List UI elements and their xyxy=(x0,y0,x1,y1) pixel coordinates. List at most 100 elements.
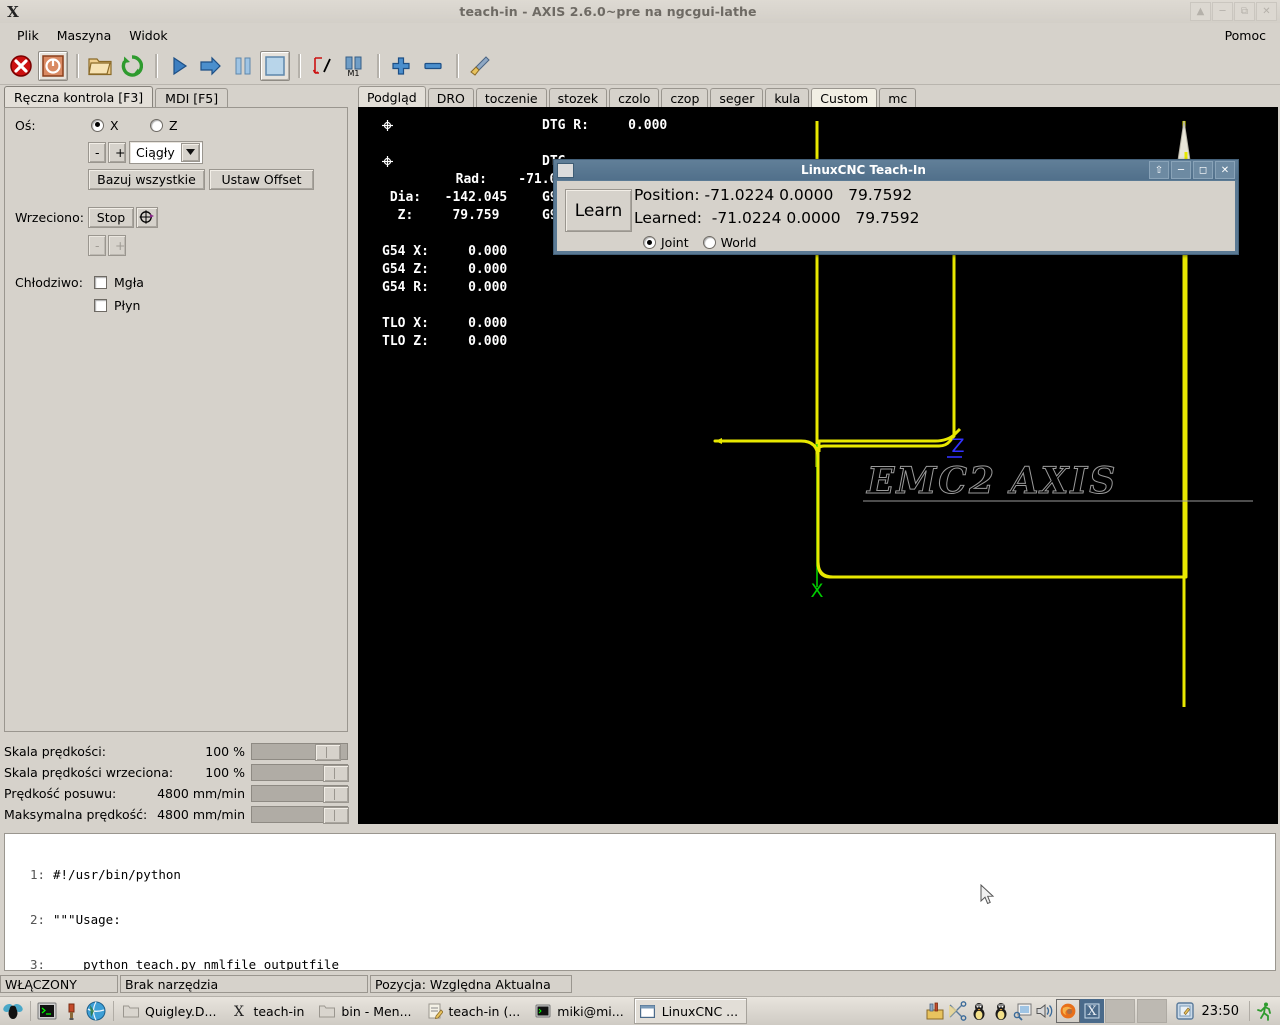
task-teach-in[interactable]: X teach-in xyxy=(226,999,312,1023)
tab-stozek[interactable]: stozek xyxy=(548,88,608,108)
scissors-icon[interactable] xyxy=(946,1000,968,1022)
pause-button[interactable] xyxy=(228,51,258,81)
gcode-source-view[interactable]: 1: #!/usr/bin/python 2: """Usage: 3: pytho… xyxy=(4,833,1276,971)
tab-mc[interactable]: mc xyxy=(879,88,917,108)
task-quigley[interactable]: Quigley.D... xyxy=(118,999,224,1023)
home-all-button[interactable]: Bazuj wszystkie xyxy=(88,168,205,190)
optional-stop-button[interactable]: M1 xyxy=(339,51,369,81)
axis-x-radio[interactable] xyxy=(91,118,104,132)
task-teach-in-editor[interactable]: teach-in (... xyxy=(422,999,529,1023)
world-mode-label: World xyxy=(720,235,757,250)
minimize-icon[interactable]: ─ xyxy=(1212,2,1233,21)
shade-up-icon[interactable]: ⇧ xyxy=(1149,161,1169,179)
menu-plik[interactable]: Plik xyxy=(8,26,48,45)
speaker-icon[interactable] xyxy=(1034,1000,1056,1022)
axis-z-radio[interactable] xyxy=(150,118,163,132)
tab-podglad[interactable]: Podgląd xyxy=(358,86,426,108)
window-icon xyxy=(557,162,574,178)
zoom-in-button[interactable] xyxy=(386,51,416,81)
tab-dro[interactable]: DRO xyxy=(427,88,474,108)
tab-czolo[interactable]: czolo xyxy=(609,88,660,108)
maximize-icon[interactable]: ⧉ xyxy=(1234,2,1255,21)
menu-maszyna[interactable]: Maszyna xyxy=(48,26,121,45)
minimize-icon[interactable]: ─ xyxy=(1171,161,1191,179)
task-label: teach-in xyxy=(253,1003,305,1019)
world-mode-radio[interactable] xyxy=(702,236,716,249)
spindle-label: Wrzeciono: xyxy=(15,209,84,225)
reload-file-button[interactable] xyxy=(117,51,147,81)
joint-mode-radio[interactable] xyxy=(643,236,656,249)
jog-increment-select[interactable]: Ciągły xyxy=(129,140,203,164)
spindle-slower-button[interactable]: - xyxy=(88,234,106,256)
set-offset-button[interactable]: Ustaw Offset xyxy=(209,168,314,190)
menu-pomoc[interactable]: Pomoc xyxy=(1216,26,1280,45)
jog-speed-label: Prędkość posuwu: xyxy=(4,786,117,801)
clear-plot-button[interactable] xyxy=(465,51,495,81)
coolant-label: Chłodziwo: xyxy=(15,274,83,290)
task-label: miki@mi... xyxy=(557,1003,624,1019)
teach-in-learned: Learned: -71.0224 0.0000 79.7592 xyxy=(634,209,920,227)
maximize-icon[interactable]: ◻ xyxy=(1193,161,1213,179)
preview-tabs: Podgląd DRO toczenie stozek czolo czop s… xyxy=(358,86,918,108)
machine-state-indicator: WŁĄCZONY xyxy=(0,975,118,993)
task-terminal[interactable]: miki@mi... xyxy=(530,999,631,1023)
tab-custom[interactable]: Custom xyxy=(811,88,878,108)
toolbox-icon[interactable] xyxy=(924,1000,946,1022)
max-velocity-slider[interactable] xyxy=(251,806,349,824)
window-titlebar: X teach-in - AXIS 2.6.0~pre na ngcgui-la… xyxy=(0,0,1280,24)
spindle-override-slider[interactable] xyxy=(251,764,349,782)
line-number: 1: xyxy=(29,867,45,882)
toolbar-separator xyxy=(377,53,380,78)
chevron-down-icon[interactable] xyxy=(180,142,200,162)
coolant-flood-checkbox[interactable] xyxy=(94,298,107,312)
learn-button[interactable]: Learn xyxy=(565,189,632,232)
tab-kula[interactable]: kula xyxy=(765,88,810,108)
penguin-icon[interactable] xyxy=(990,1000,1012,1022)
pager-icon[interactable] xyxy=(1174,1000,1196,1022)
stop-button[interactable] xyxy=(260,50,290,81)
teach-in-titlebar[interactable]: LinuxCNC Teach-In ⇧ ─ ◻ ✕ xyxy=(554,160,1238,180)
window-icon xyxy=(639,1002,657,1020)
spindle-stop-button[interactable]: Stop xyxy=(88,206,134,228)
menu-widok[interactable]: Widok xyxy=(120,26,176,45)
spindle-faster-button[interactable]: + xyxy=(108,234,126,256)
jog-speed-slider[interactable] xyxy=(251,785,349,803)
teach-in-title: LinuxCNC Teach-In xyxy=(801,163,926,177)
tab-czop[interactable]: czop xyxy=(661,88,709,108)
launcher-terminal[interactable] xyxy=(35,1001,59,1021)
screenshot-icon[interactable] xyxy=(1012,1000,1034,1022)
close-icon[interactable]: ✕ xyxy=(1215,161,1235,179)
launcher-editor[interactable] xyxy=(59,1001,83,1021)
tab-mdi[interactable]: MDI [F5] xyxy=(155,88,229,108)
x-app-icon[interactable]: X xyxy=(1079,999,1104,1023)
open-file-button[interactable] xyxy=(85,51,115,81)
machine-power-button[interactable] xyxy=(38,50,68,81)
coolant-mist-checkbox[interactable] xyxy=(94,275,107,289)
shade-icon[interactable]: ▲ xyxy=(1190,2,1211,21)
tab-seger[interactable]: seger xyxy=(710,88,764,108)
firefox-icon[interactable] xyxy=(1055,999,1080,1023)
jog-minus-button[interactable]: - xyxy=(88,141,106,163)
left-panel: Ręczna kontrola [F3] MDI [F5] Oś: X Z - … xyxy=(0,86,352,828)
line-text: python teach.py nmlfile outputfile xyxy=(53,957,339,971)
jog-plus-button[interactable]: + xyxy=(108,141,126,163)
zoom-out-button[interactable] xyxy=(418,51,448,81)
tab-toczenie[interactable]: toczenie xyxy=(475,88,547,108)
launcher-browser[interactable] xyxy=(83,1000,109,1022)
task-linuxcnc[interactable]: LinuxCNC ... xyxy=(633,998,748,1024)
penguin-icon[interactable] xyxy=(968,1000,990,1022)
logout-running-man-icon[interactable] xyxy=(1254,1000,1276,1022)
estop-button[interactable] xyxy=(6,51,36,81)
teach-in-body: Learn Position: -71.0224 0.0000 79.7592 … xyxy=(557,181,1235,251)
tab-manual-control[interactable]: Ręczna kontrola [F3] xyxy=(4,86,154,108)
task-bin-menu[interactable]: bin - Men... xyxy=(314,999,419,1023)
close-icon[interactable]: ✕ xyxy=(1256,2,1277,21)
step-button[interactable] xyxy=(196,51,226,81)
spindle-direction-icon[interactable] xyxy=(136,206,158,228)
launcher-menu[interactable] xyxy=(0,1000,26,1022)
svg-text:M1: M1 xyxy=(348,69,360,77)
run-program-button[interactable] xyxy=(164,51,194,81)
toggle-skip-lines-button[interactable] xyxy=(307,51,337,81)
desktop-taskbar: Quigley.D... X teach-in bin - Men... tea… xyxy=(0,996,1280,1025)
feed-override-slider[interactable] xyxy=(251,743,348,761)
